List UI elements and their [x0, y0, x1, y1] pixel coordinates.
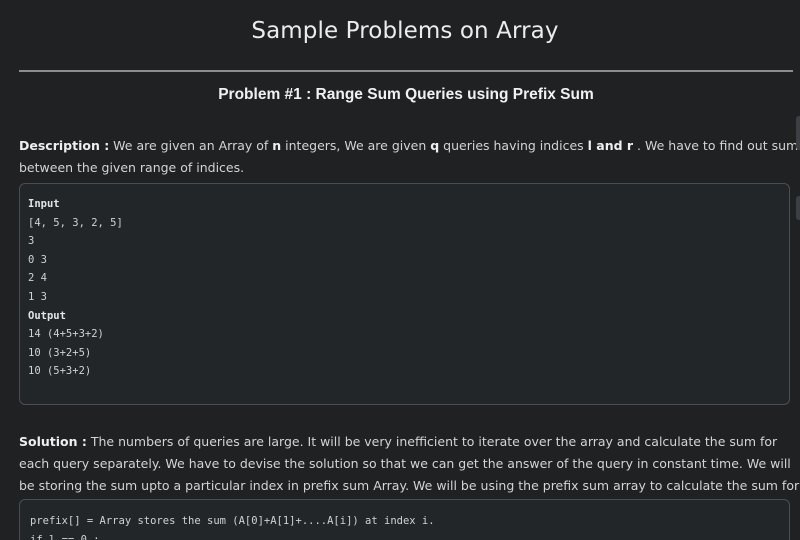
description-label: Description :: [19, 138, 110, 153]
io-code-line: 0 3: [28, 253, 47, 266]
problem-heading: Problem #1 : Range Sum Queries using Pre…: [218, 86, 594, 103]
description-paragraph: Description : We are given an Array of n…: [19, 135, 800, 179]
description-text-2: integers, We are given: [281, 138, 431, 153]
description-n: n: [272, 138, 282, 153]
io-code-line: 3: [28, 235, 35, 248]
description-text-3: queries having indices: [439, 138, 588, 153]
description-q: q: [430, 138, 440, 153]
solution-label: Solution :: [19, 434, 87, 449]
solution-code-line: if l == 0 :: [30, 533, 100, 540]
io-code-line: Output: [28, 309, 66, 322]
side-scroll-tab[interactable]: [796, 116, 800, 150]
io-example-code-block: Input [4, 5, 3, 2, 5] 3 0 3 2 4 1 3 Output 14 (…: [19, 183, 790, 405]
io-code-line: 10 (5+3+2): [28, 365, 92, 378]
io-code-line: 10 (3+2+5): [28, 346, 92, 359]
io-code-line: Input: [28, 198, 60, 210]
io-code-line: 2 4: [28, 272, 47, 285]
title-divider: [19, 70, 793, 72]
side-scroll-tab[interactable]: [796, 196, 800, 220]
solution-code-line: prefix[] = Array stores the sum (A[0]+A[…: [30, 515, 435, 527]
description-text-1: We are given an Array of: [109, 138, 273, 153]
solution-code-block: prefix[] = Array stores the sum (A[0]+A[…: [19, 499, 790, 540]
description-l-and-r: l and r: [587, 138, 634, 153]
io-code-line: [4, 5, 3, 2, 5]: [28, 216, 123, 229]
page-title: Sample Problems on Array: [251, 18, 559, 44]
io-code-line: 14 (4+5+3+2): [28, 328, 104, 341]
article-page: Sample Problems on Array Problem #1 : Ra…: [0, 0, 800, 540]
io-code-line: 1 3: [28, 290, 47, 303]
